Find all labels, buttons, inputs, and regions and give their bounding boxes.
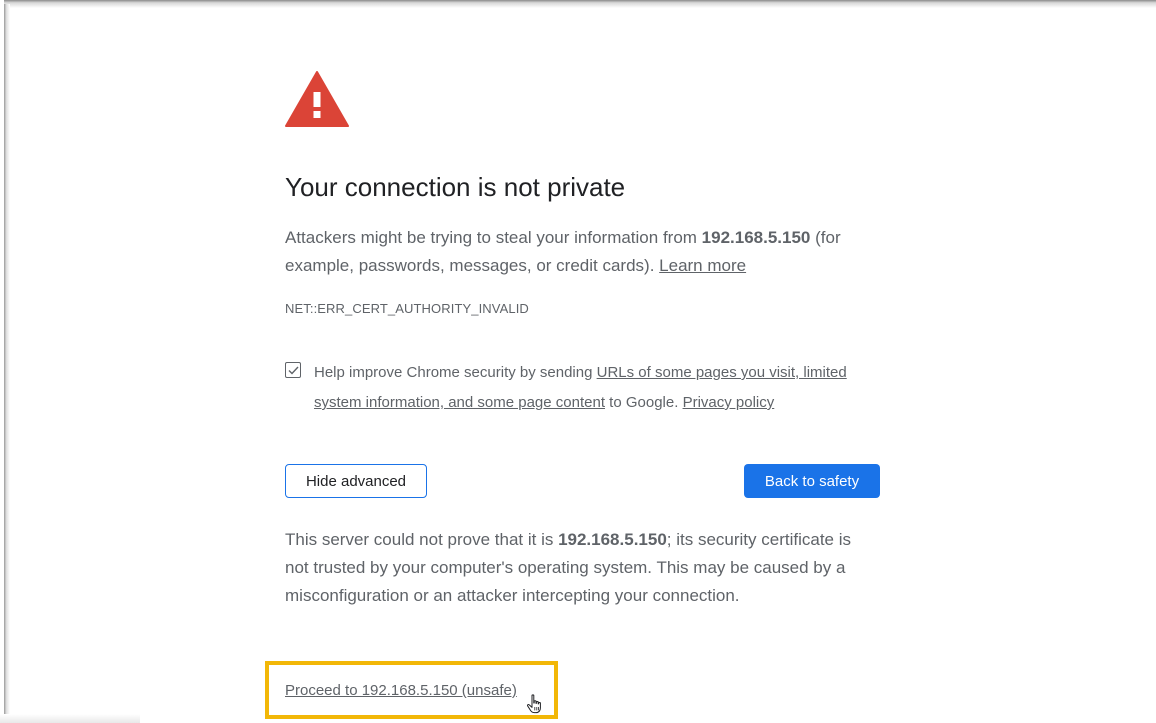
hide-advanced-button[interactable]: Hide advanced (285, 464, 427, 498)
certificate-explanation: This server could not prove that it is 1… (285, 526, 865, 610)
optin-text: Help improve Chrome security by sending … (314, 358, 894, 418)
warning-description: Attackers might be trying to steal your … (285, 224, 885, 280)
explanation-host: 192.168.5.150 (558, 530, 667, 549)
privacy-policy-link[interactable]: Privacy policy (683, 394, 775, 411)
optin-text-part1: Help improve Chrome security by sending (314, 364, 597, 381)
window-frame-left (4, 4, 10, 723)
optin-text-part2: to Google. (605, 394, 683, 411)
warning-triangle-icon (285, 71, 349, 127)
window-frame-top (4, 0, 1156, 8)
error-code: NET::ERR_CERT_AUTHORITY_INVALID (285, 301, 529, 316)
back-to-safety-button[interactable]: Back to safety (744, 464, 880, 498)
page-title: Your connection is not private (285, 172, 626, 202)
checkmark-icon (288, 366, 299, 375)
window-frame-shadow (0, 714, 140, 723)
description-prefix: Attackers might be trying to steal your … (285, 228, 702, 247)
proceed-unsafe-link[interactable]: Proceed to 192.168.5.150 (unsafe) (285, 682, 517, 699)
learn-more-link[interactable]: Learn more (659, 256, 746, 275)
optin-checkbox[interactable] (285, 362, 301, 378)
description-host: 192.168.5.150 (701, 228, 811, 247)
hand-pointer-icon (526, 694, 541, 714)
explanation-prefix: This server could not prove that it is (285, 530, 559, 549)
